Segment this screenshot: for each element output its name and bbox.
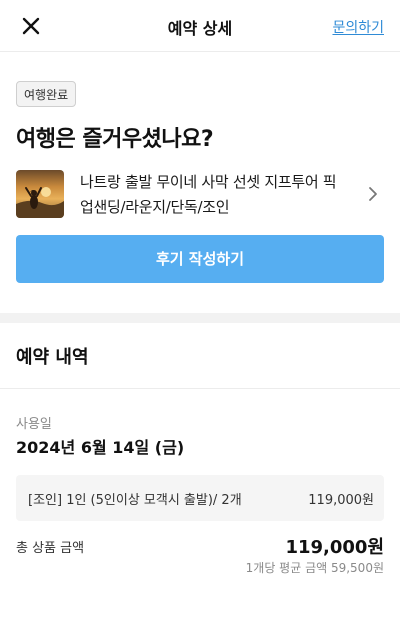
section-divider (0, 313, 400, 323)
status-badge: 여행완료 (16, 81, 77, 107)
product-row[interactable]: 나트랑 출발 무이네 사막 선셋 지프투어 픽 업샌딩/라운지/단독/조인 (16, 170, 384, 222)
use-date-value: 2024년 6월 14일 (금) (16, 438, 185, 457)
option-price: 119,000원 (308, 493, 374, 508)
reservation-section-title: 예약 내역 (16, 347, 89, 368)
product-thumbnail (16, 170, 64, 218)
average-price: 1개당 평균 금액 59,500원 (245, 561, 384, 575)
option-text: [조인] 1인 (5인이상 모객시 출발)/ 2개 (28, 493, 242, 508)
header-bar: 예약 상세 문의하기 (0, 0, 400, 52)
use-date-label: 사용일 (16, 417, 52, 432)
trip-heading: 여행은 즐거우셨나요? (16, 127, 214, 152)
write-review-button[interactable]: 후기 작성하기 (16, 235, 384, 283)
option-summary: [조인] 1인 (5인이상 모객시 출발)/ 2개 119,000원 (16, 475, 384, 521)
divider (0, 388, 400, 389)
product-name: 나트랑 출발 무이네 사막 선셋 지프투어 픽 업샌딩/라운지/단독/조인 (80, 170, 360, 220)
total-price-value: 119,000원 (285, 537, 384, 558)
inquiry-link[interactable]: 문의하기 (332, 17, 384, 37)
product-name-line2: 업샌딩/라운지/단독/조인 (80, 198, 230, 216)
total-price-label: 총 상품 금액 (16, 541, 85, 556)
product-name-line1: 나트랑 출발 무이네 사막 선셋 지프투어 픽 (80, 173, 337, 191)
chevron-right-icon (368, 186, 378, 202)
